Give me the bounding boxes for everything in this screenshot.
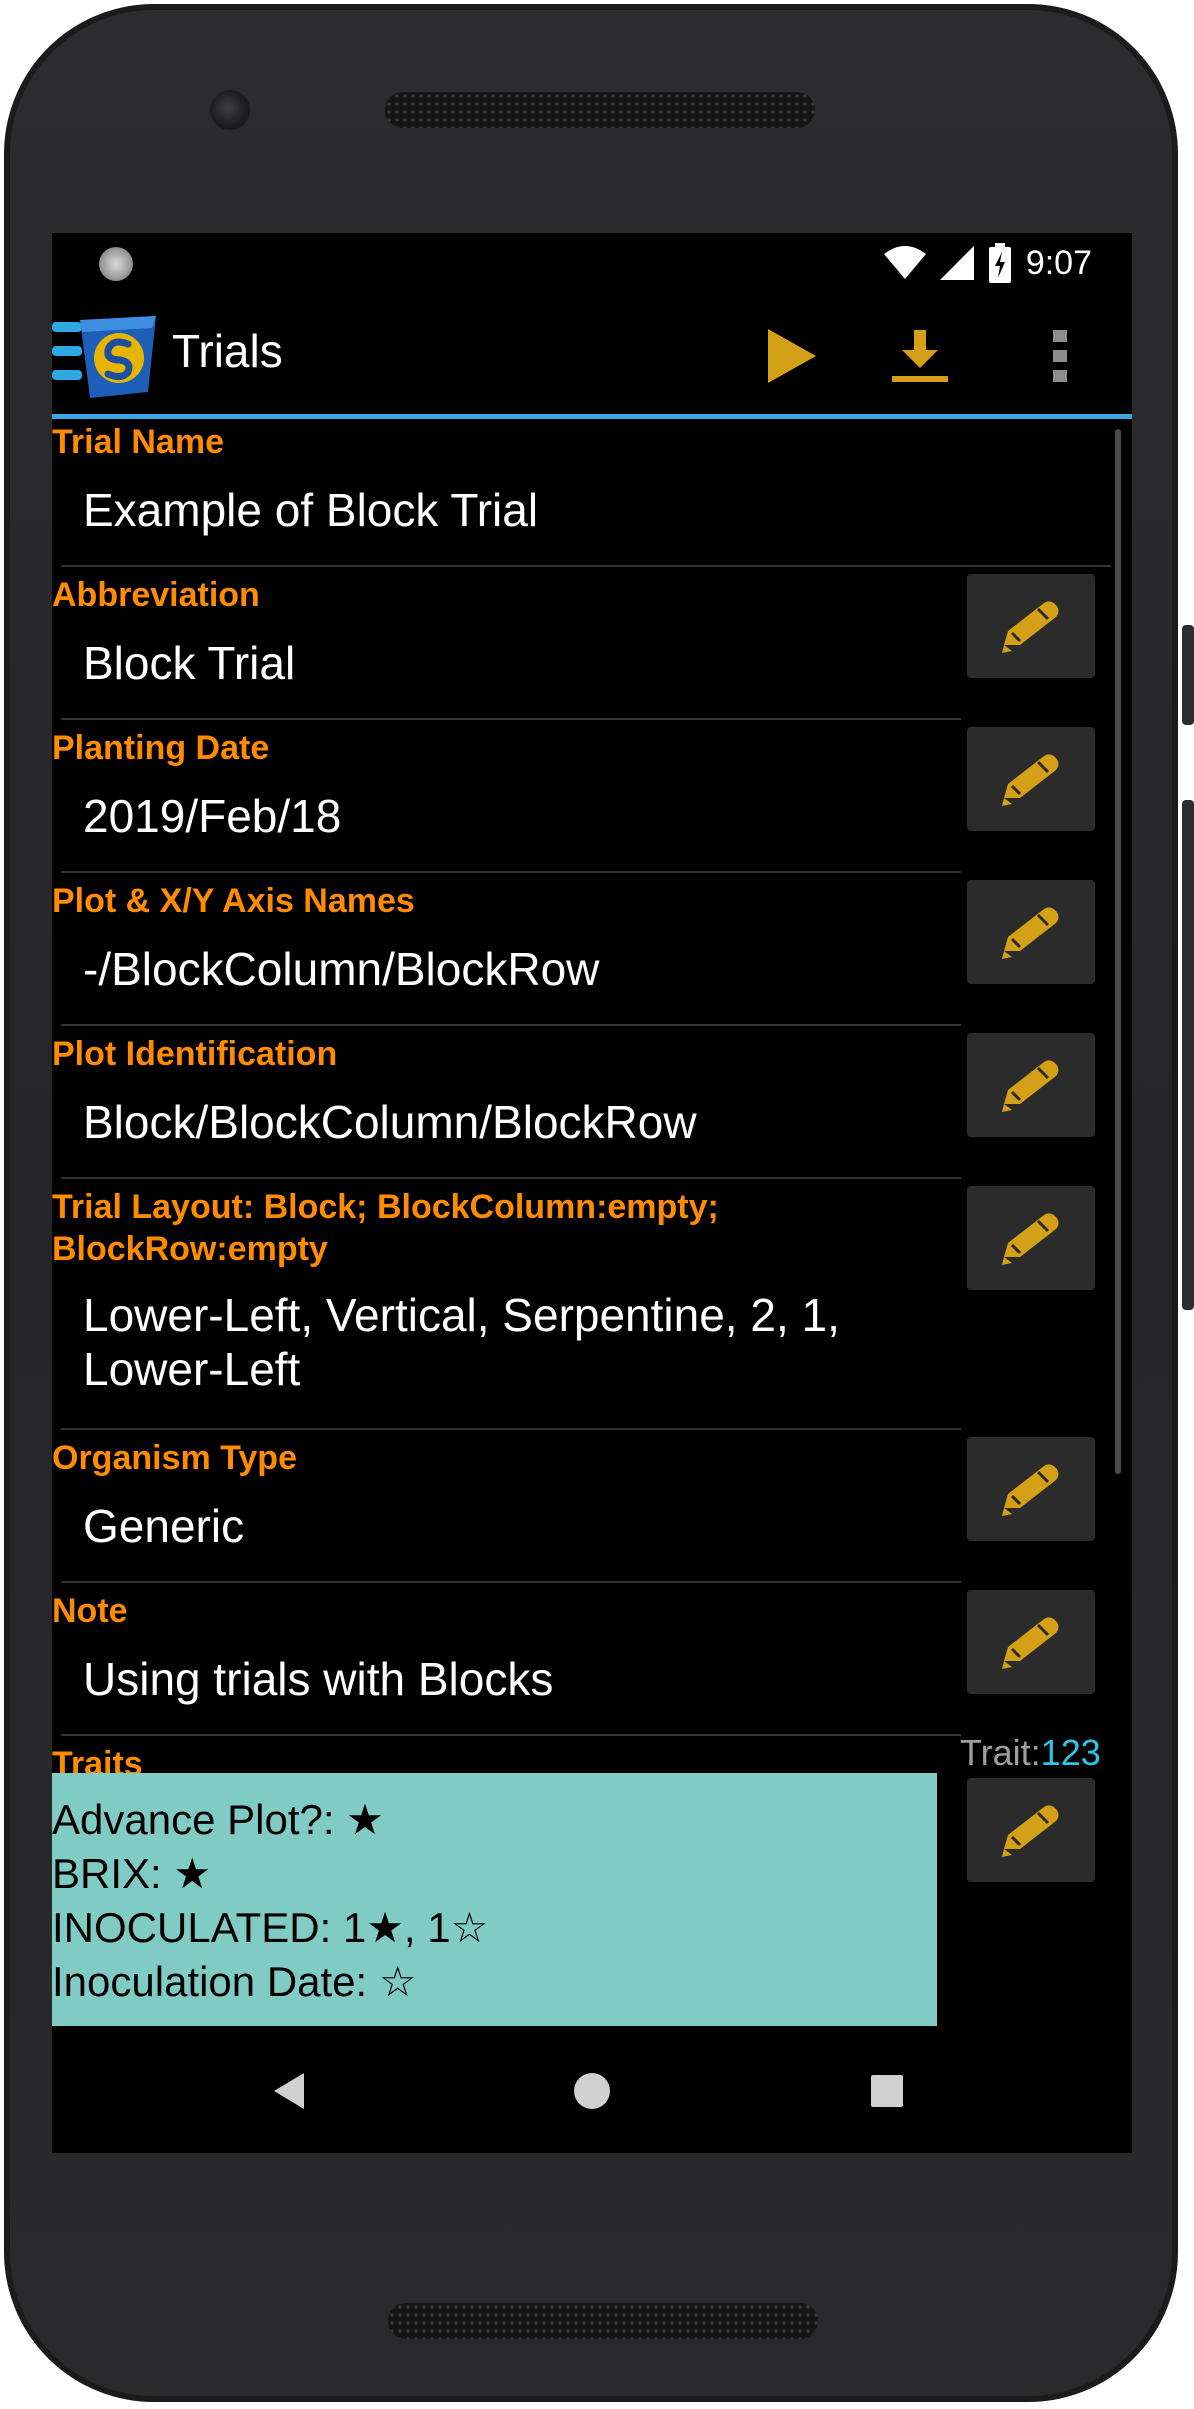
edit-note-button[interactable] bbox=[967, 1590, 1095, 1694]
recents-square-icon bbox=[871, 2075, 903, 2107]
download-button[interactable] bbox=[880, 316, 960, 396]
pencil-icon bbox=[1002, 1060, 1059, 1112]
back-triangle-icon bbox=[274, 2073, 304, 2109]
more-vert-icon bbox=[1053, 330, 1067, 382]
pencil-icon bbox=[1002, 754, 1059, 806]
trait-count-label: Trait: bbox=[960, 1732, 1041, 1773]
pencil-icon bbox=[1002, 907, 1059, 959]
pencil-icon bbox=[1002, 601, 1059, 653]
trial-layout-label-line1: Trial Layout: Block; BlockColumn:empty; bbox=[52, 1188, 719, 1226]
traits-list[interactable]: Advance Plot?: ★ BRIX: ★ INOCULATED: 1★,… bbox=[52, 1773, 937, 2026]
trial-layout-value-line1: Lower-Left, Vertical, Serpentine, 2, 1, bbox=[83, 1289, 840, 1341]
download-icon bbox=[892, 330, 948, 382]
edit-planting-date-button[interactable] bbox=[967, 727, 1095, 831]
front-camera bbox=[210, 90, 250, 130]
bottom-speaker-grille bbox=[388, 2303, 818, 2339]
navigation-bar bbox=[52, 2026, 1132, 2153]
trait-item: Advance Plot?: ★ bbox=[52, 1796, 384, 1843]
planting-date-label: Planting Date bbox=[52, 729, 270, 767]
notification-icon bbox=[99, 247, 133, 281]
power-button bbox=[1182, 625, 1194, 725]
back-button[interactable] bbox=[254, 2056, 324, 2126]
organism-type-value: Generic bbox=[61, 1483, 961, 1583]
pencil-icon bbox=[1002, 1617, 1059, 1669]
axis-names-value: -/BlockColumn/BlockRow bbox=[61, 926, 961, 1026]
plot-identification-label: Plot Identification bbox=[52, 1035, 338, 1073]
note-value: Using trials with Blocks bbox=[61, 1636, 961, 1736]
edit-axis-names-button[interactable] bbox=[967, 880, 1095, 984]
wifi-icon bbox=[883, 246, 926, 279]
trait-count: Trait:123 bbox=[960, 1732, 1101, 1774]
trait-item: INOCULATED: 1★, 1☆ bbox=[52, 1904, 489, 1951]
play-button[interactable] bbox=[752, 316, 832, 396]
home-button[interactable] bbox=[557, 2056, 627, 2126]
plot-identification-value: Block/BlockColumn/BlockRow bbox=[61, 1079, 961, 1179]
signal-icon bbox=[939, 246, 974, 280]
screen: 9:07 Trials Trial Name Example of Block … bbox=[52, 233, 1132, 2153]
trait-item: BRIX: ★ bbox=[52, 1850, 212, 1897]
edit-trial-layout-button[interactable] bbox=[967, 1186, 1095, 1290]
trial-layout-label-line2: BlockRow:empty bbox=[52, 1230, 328, 1268]
trial-layout-value: Lower-Left, Vertical, Serpentine, 2, 1, … bbox=[61, 1274, 961, 1430]
edit-traits-button[interactable] bbox=[967, 1778, 1095, 1882]
organism-type-label: Organism Type bbox=[52, 1439, 297, 1477]
trait-count-value: 123 bbox=[1040, 1732, 1101, 1773]
pencil-icon bbox=[1002, 1464, 1059, 1516]
play-icon bbox=[768, 329, 816, 383]
axis-names-label: Plot & X/Y Axis Names bbox=[52, 882, 415, 920]
trial-details[interactable]: Trial Name Example of Block Trial Abbrev… bbox=[52, 421, 1132, 2026]
edit-abbreviation-button[interactable] bbox=[967, 574, 1095, 678]
recents-button[interactable] bbox=[852, 2056, 922, 2126]
app-bar-divider bbox=[52, 414, 1132, 419]
trial-name-value: Example of Block Trial bbox=[61, 467, 1111, 567]
status-time: 9:07 bbox=[1025, 243, 1092, 282]
status-bar: 9:07 bbox=[52, 233, 1132, 296]
top-speaker-grille bbox=[385, 92, 815, 128]
pencil-icon bbox=[1002, 1213, 1059, 1265]
trial-name-label: Trial Name bbox=[52, 423, 224, 461]
battery-icon bbox=[988, 243, 1011, 283]
app-logo-icon[interactable] bbox=[52, 314, 162, 400]
home-circle-icon bbox=[574, 2073, 610, 2109]
trial-layout-value-line2: Lower-Left bbox=[83, 1343, 301, 1395]
abbreviation-value: Block Trial bbox=[61, 620, 961, 720]
abbreviation-label: Abbreviation bbox=[52, 576, 260, 614]
scrollbar[interactable] bbox=[1115, 429, 1121, 1474]
planting-date-value: 2019/Feb/18 bbox=[61, 773, 961, 873]
app-title: Trials bbox=[172, 325, 283, 377]
edit-plot-identification-button[interactable] bbox=[967, 1033, 1095, 1137]
pencil-icon bbox=[1002, 1805, 1059, 1857]
trait-item: Inoculation Date: ☆ bbox=[52, 1958, 417, 2005]
volume-button bbox=[1182, 800, 1194, 1310]
app-bar: Trials bbox=[52, 296, 1132, 413]
trial-layout-label: Trial Layout: Block; BlockColumn:empty; … bbox=[52, 1186, 719, 1270]
edit-organism-type-button[interactable] bbox=[967, 1437, 1095, 1541]
overflow-menu-button[interactable] bbox=[1020, 316, 1100, 396]
note-label: Note bbox=[52, 1592, 128, 1630]
